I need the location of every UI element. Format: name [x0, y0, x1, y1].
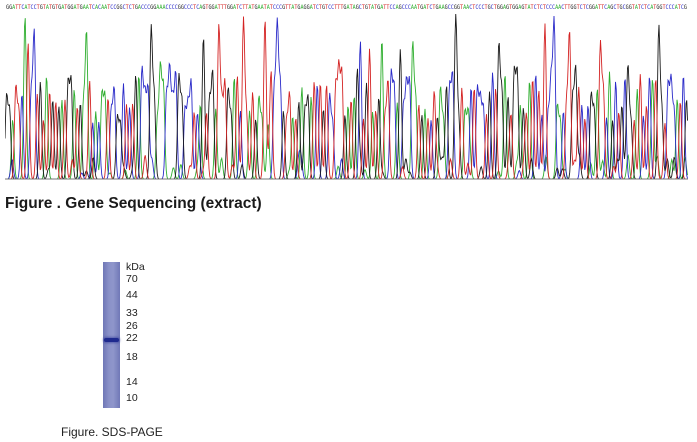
chromatogram-plot: GGATTCATCCTGTATGTGATGGATGAATCACAATCCGGCT… [5, 2, 688, 182]
marker-33: 33 [126, 307, 138, 319]
sequencing-chromatogram: GGATTCATCCTGTATGTGATGGATGAATCACAATCCGGCT… [5, 2, 688, 182]
marker-unit-label: kDa [126, 261, 145, 273]
sds-page-lane [103, 262, 120, 408]
sds-page-figure-caption: Figure. SDS-PAGE [61, 425, 163, 439]
marker-22: 22 [126, 332, 138, 344]
base-call-row: GGATTCATCCTGTATGTGATGGATGAATCACAATCCGGCT… [6, 4, 687, 11]
marker-10: 10 [126, 392, 138, 404]
document-page: GGATTCATCCTGTATGTGATGGATGAATCACAATCCGGCT… [0, 0, 697, 442]
sequencing-figure-caption: Figure . Gene Sequencing (extract) [5, 195, 262, 212]
protein-band [104, 338, 119, 342]
base-call-sequence: GGATTCATCCTGTATGTGATGGATGAATCACAATCCGGCT… [6, 4, 687, 11]
marker-70: 70 [126, 273, 138, 285]
marker-44: 44 [126, 289, 138, 301]
marker-26: 26 [126, 320, 138, 332]
marker-14: 14 [126, 376, 138, 388]
marker-18: 18 [126, 351, 138, 363]
